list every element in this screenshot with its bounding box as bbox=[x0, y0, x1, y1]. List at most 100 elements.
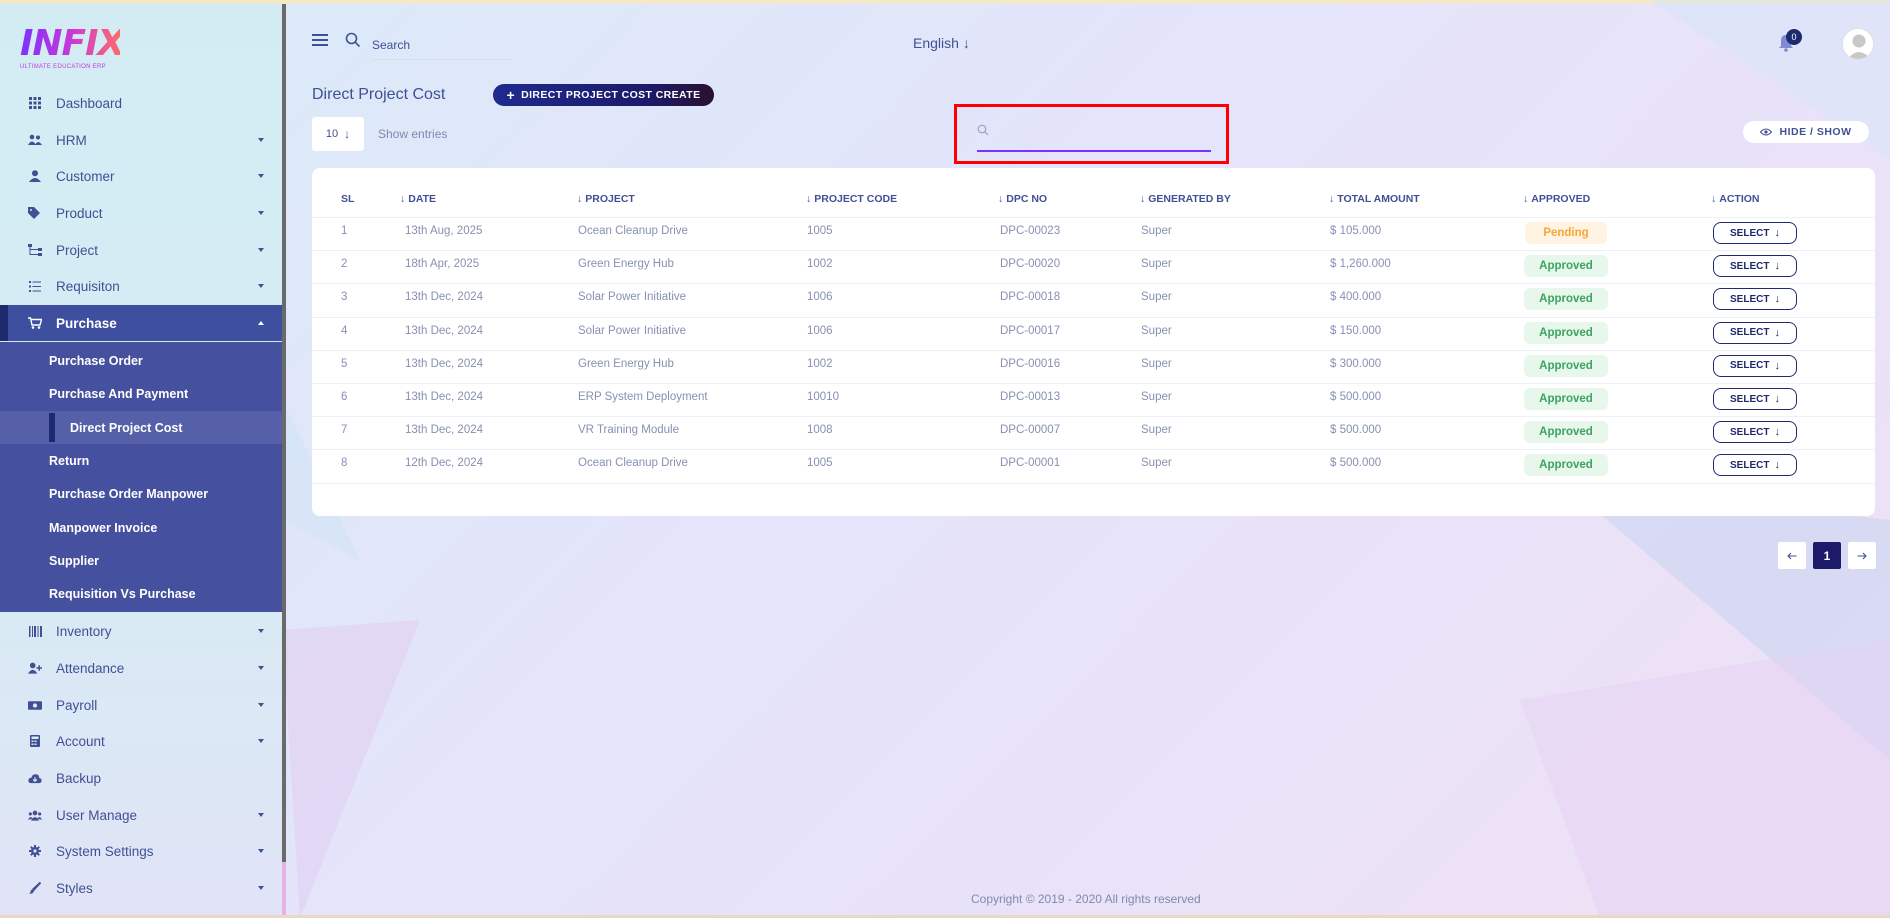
cell-date: 12th Dec, 2024 bbox=[405, 457, 484, 470]
logo-text: INFIX bbox=[20, 23, 125, 64]
column-header-generated-by[interactable]: ↓ GENERATED BY bbox=[1140, 193, 1231, 205]
cell-generated-by: Super bbox=[1141, 225, 1172, 237]
column-header-sl: SL bbox=[341, 193, 354, 205]
current-page-indicator bbox=[49, 413, 55, 442]
hide-show-columns-button[interactable]: HIDE / SHOW bbox=[1743, 121, 1869, 143]
column-header-label: TOTAL AMOUNT bbox=[1337, 193, 1420, 205]
hamburger-menu-icon[interactable] bbox=[312, 34, 328, 46]
sidebar-scrollbar[interactable] bbox=[282, 4, 286, 915]
sidebar-item-customer[interactable]: Customer bbox=[0, 158, 282, 194]
cell-total-amount: $ 150.000 bbox=[1330, 324, 1382, 337]
active-indicator bbox=[0, 305, 8, 341]
chevron-down-icon bbox=[258, 703, 264, 707]
cell-project: Solar Power Initiative bbox=[578, 324, 687, 337]
footer-copyright: Copyright © 2019 - 2020 All rights reser… bbox=[971, 892, 1201, 906]
select-action-button[interactable]: SELECT ↓ bbox=[1713, 255, 1797, 278]
submenu-item-return[interactable]: Return bbox=[0, 444, 282, 477]
avatar[interactable] bbox=[1842, 28, 1874, 60]
select-action-button[interactable]: SELECT ↓ bbox=[1713, 354, 1797, 377]
sidebar-item-dashboard[interactable]: Dashboard bbox=[0, 85, 282, 121]
language-selector[interactable]: English ↓ bbox=[913, 35, 970, 51]
sidebar-item-system-settings[interactable]: System Settings bbox=[0, 833, 282, 869]
column-header-project-code[interactable]: ↓ PROJECT CODE bbox=[806, 193, 897, 205]
cell-total-amount: $ 500.000 bbox=[1330, 457, 1382, 470]
cell-project: Ocean Cleanup Drive bbox=[578, 457, 688, 470]
select-action-button[interactable]: SELECT ↓ bbox=[1713, 222, 1797, 244]
cell-sl: 2 bbox=[341, 258, 348, 271]
submenu-item-manpower-invoice[interactable]: Manpower Invoice bbox=[0, 511, 282, 544]
pagination-next-button[interactable] bbox=[1848, 542, 1876, 569]
column-header-dpc-no[interactable]: ↓ DPC NO bbox=[998, 193, 1047, 205]
sidebar-item-requisiton[interactable]: Requisiton bbox=[0, 268, 282, 304]
cell-date: 13th Aug, 2025 bbox=[405, 225, 483, 237]
pagination-page-button[interactable]: 1 bbox=[1813, 542, 1841, 569]
cell-total-amount: $ 500.000 bbox=[1330, 424, 1382, 437]
sidebar-item-hrm[interactable]: HRM bbox=[0, 122, 282, 158]
sort-arrow-icon: ↓ bbox=[998, 193, 1004, 205]
sidebar-item-inventory[interactable]: Inventory bbox=[0, 613, 282, 649]
app-logo[interactable]: INFIX ULTIMATE EDUCATION ERP bbox=[20, 23, 125, 72]
sidebar-item-styles[interactable]: Styles bbox=[0, 870, 282, 906]
chevron-down-icon bbox=[258, 174, 264, 178]
sort-arrow-icon: ↓ bbox=[400, 193, 406, 205]
pagination-prev-button[interactable] bbox=[1778, 542, 1806, 569]
sidebar-item-account[interactable]: Account bbox=[0, 723, 282, 759]
cell-dpc-no: DPC-00017 bbox=[1000, 324, 1061, 337]
sidebar-item-label: User Manage bbox=[56, 807, 138, 823]
sidebar-item-label: Purchase bbox=[56, 315, 117, 331]
cell-dpc-no: DPC-00023 bbox=[1000, 225, 1061, 237]
sidebar-item-label: Backup bbox=[56, 770, 102, 786]
submenu-item-requisition-vs-purchase[interactable]: Requisition Vs Purchase bbox=[0, 577, 282, 610]
select-action-button[interactable]: SELECT ↓ bbox=[1713, 288, 1797, 311]
status-badge: Approved bbox=[1524, 388, 1608, 410]
column-header-total-amount[interactable]: ↓ TOTAL AMOUNT bbox=[1329, 193, 1420, 205]
table-row bbox=[312, 250, 1875, 252]
sidebar-item-purchase[interactable]: Purchase bbox=[0, 305, 282, 341]
status-badge: Approved bbox=[1524, 255, 1608, 278]
sidebar-scrollbar-end bbox=[282, 862, 286, 915]
submenu-item-purchase-order-manpower[interactable]: Purchase Order Manpower bbox=[0, 477, 282, 510]
arrow-down-icon: ↓ bbox=[1774, 293, 1780, 306]
select-action-button[interactable]: SELECT ↓ bbox=[1713, 388, 1797, 410]
cell-project: Green Energy Hub bbox=[578, 357, 674, 370]
cell-sl: 8 bbox=[341, 457, 348, 470]
column-header-project[interactable]: ↓ PROJECT bbox=[577, 193, 635, 205]
submenu-item-purchase-order[interactable]: Purchase Order bbox=[0, 344, 282, 377]
create-direct-project-cost-button[interactable]: + DIRECT PROJECT COST CREATE bbox=[493, 84, 714, 106]
logo-subtitle: ULTIMATE EDUCATION ERP bbox=[20, 64, 106, 70]
entries-per-page-select[interactable]: 10 ↓ bbox=[312, 117, 364, 151]
sidebar-item-label: Account bbox=[56, 733, 105, 749]
cell-dpc-no: DPC-00001 bbox=[1000, 457, 1061, 470]
cell-generated-by: Super bbox=[1141, 357, 1172, 370]
cell-project-code: 1005 bbox=[807, 457, 833, 470]
search-input[interactable] bbox=[372, 30, 512, 60]
sidebar-item-label: Project bbox=[56, 242, 99, 258]
table-search-input[interactable] bbox=[977, 122, 1211, 152]
select-button-label: SELECT bbox=[1730, 327, 1770, 339]
cell-sl: 5 bbox=[341, 357, 348, 370]
arrow-left-icon bbox=[1787, 552, 1797, 559]
submenu-item-supplier[interactable]: Supplier bbox=[0, 544, 282, 577]
column-header-action[interactable]: ↓ ACTION bbox=[1711, 193, 1760, 205]
cell-date: 13th Dec, 2024 bbox=[405, 424, 484, 437]
language-label: English bbox=[913, 35, 959, 51]
cell-date: 13th Dec, 2024 bbox=[405, 291, 484, 304]
select-action-button[interactable]: SELECT ↓ bbox=[1713, 454, 1797, 477]
select-button-label: SELECT bbox=[1730, 227, 1770, 239]
sidebar-item-attendance[interactable]: Attendance bbox=[0, 650, 282, 686]
submenu-item-purchase-and-payment[interactable]: Purchase And Payment bbox=[0, 377, 282, 410]
cell-dpc-no: DPC-00016 bbox=[1000, 357, 1061, 370]
grid-icon bbox=[28, 96, 42, 110]
sidebar-item-payroll[interactable]: Payroll bbox=[0, 687, 282, 723]
submenu-item-direct-project-cost[interactable]: Direct Project Cost bbox=[0, 411, 282, 444]
arrow-down-icon: ↓ bbox=[962, 35, 970, 51]
sidebar-item-backup[interactable]: Backup bbox=[0, 760, 282, 796]
column-header-approved[interactable]: ↓ APPROVED bbox=[1523, 193, 1590, 205]
column-header-date[interactable]: ↓ DATE bbox=[400, 193, 436, 205]
sidebar-item-user-manage[interactable]: User Manage bbox=[0, 797, 282, 833]
sidebar-item-project[interactable]: Project bbox=[0, 232, 282, 268]
select-action-button[interactable]: SELECT ↓ bbox=[1713, 421, 1797, 444]
select-action-button[interactable]: SELECT ↓ bbox=[1713, 321, 1797, 344]
cell-dpc-no: DPC-00018 bbox=[1000, 291, 1061, 304]
sidebar-item-product[interactable]: Product bbox=[0, 195, 282, 231]
